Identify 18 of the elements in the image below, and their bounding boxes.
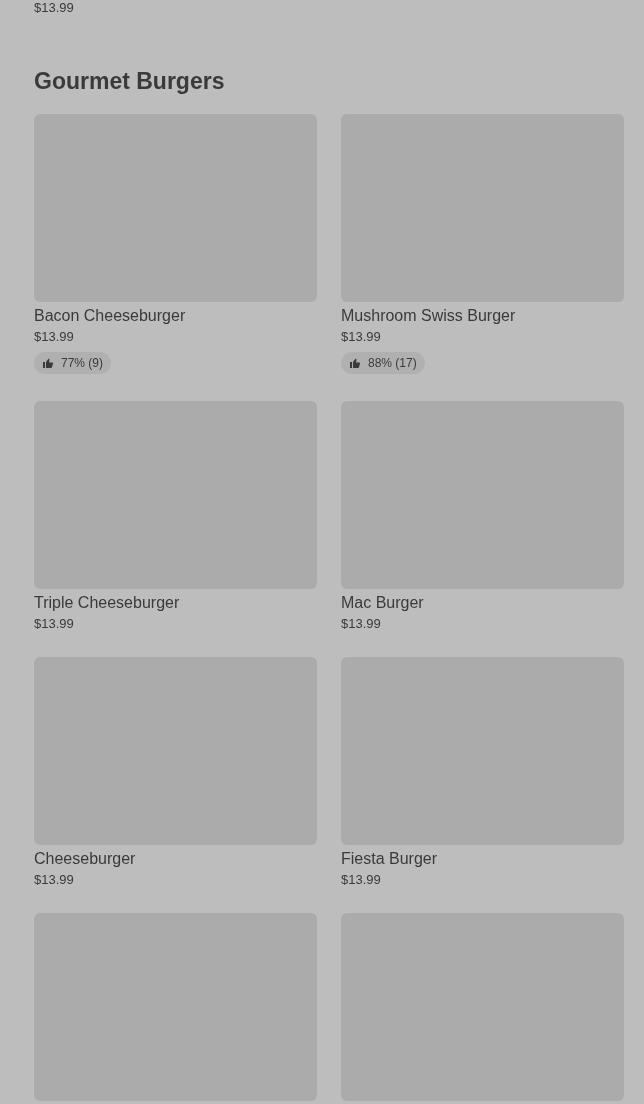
rating-text: 77% (9) [61,356,104,370]
item-name: Cheeseburger [34,849,136,869]
item-name: Mushroom Swiss Burger [341,306,516,326]
item-name: Triple Cheeseburger [34,593,180,613]
item-name: Mac Burger [341,593,424,613]
section-heading: Gourmet Burgers [34,67,225,95]
item-price: $13.99 [341,329,381,345]
item-price: $13.99 [34,0,74,16]
item-name: Bacon Cheeseburger [34,306,186,326]
item-name: Fiesta Burger [341,849,438,869]
item-price: $13.99 [34,872,74,888]
item-price: $13.99 [341,616,381,632]
thumbs-up-icon [349,357,361,369]
item-price: $13.99 [34,616,74,632]
rating-text: 88% (17) [368,356,417,370]
thumbs-up-icon [42,357,54,369]
item-price: $13.99 [341,872,381,888]
item-price: $13.99 [34,329,74,345]
